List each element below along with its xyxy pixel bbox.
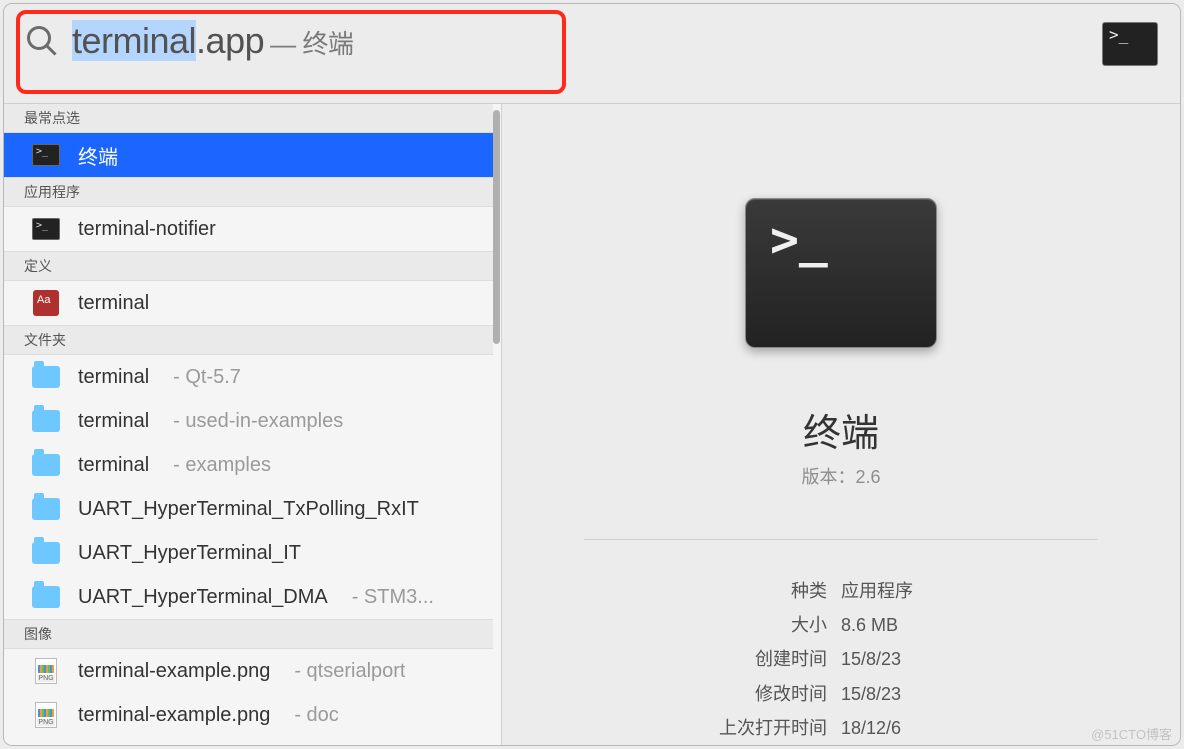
- meta-row: 上次打开时间18/12/6: [584, 711, 1097, 745]
- result-folder[interactable]: terminal - Qt-5.7: [4, 355, 493, 399]
- section-definitions: 定义: [4, 251, 493, 281]
- result-folder[interactable]: UART_HyperTerminal_IT: [4, 531, 493, 575]
- section-folders: 文件夹: [4, 325, 493, 355]
- folder-icon: [32, 454, 60, 476]
- divider: [584, 539, 1097, 540]
- result-image[interactable]: terminal-example.png - qtserialport: [4, 649, 493, 693]
- terminal-icon: >_: [1109, 27, 1128, 43]
- section-apps: 应用程序: [4, 177, 493, 207]
- watermark: @51CTO博客: [1091, 724, 1172, 743]
- preview-pane: >_ 终端 版本：2.6 种类应用程序 大小8.6 MB 创建时间15/8/23…: [502, 104, 1180, 745]
- png-icon: [35, 658, 57, 684]
- meta-row: 创建时间15/8/23: [584, 642, 1097, 676]
- folder-icon: [32, 498, 60, 520]
- preview-title: 终端: [803, 402, 879, 457]
- folder-icon: [32, 586, 60, 608]
- result-app[interactable]: terminal-notifier: [4, 207, 493, 251]
- result-folder[interactable]: UART_HyperTerminal_DMA - STM3...: [4, 575, 493, 619]
- search-autocomplete-text: .app: [196, 20, 264, 61]
- search-input-wrap[interactable]: terminal.app — 终端: [24, 20, 1160, 62]
- png-icon: [35, 702, 57, 728]
- result-image[interactable]: terminal-example.png - doc: [4, 693, 493, 737]
- results-pane: 最常点选 终端 应用程序 terminal-notifier 定义 termin…: [4, 104, 502, 745]
- folder-icon: [32, 542, 60, 564]
- preview-version: 版本：2.6: [801, 463, 880, 489]
- result-top-hit[interactable]: 终端: [4, 133, 493, 177]
- section-images: 图像: [4, 619, 493, 649]
- search-suffix: — 终端: [270, 24, 353, 61]
- preview-meta: 种类应用程序 大小8.6 MB 创建时间15/8/23 修改时间15/8/23 …: [584, 574, 1097, 745]
- terminal-icon: [32, 144, 60, 166]
- body: 最常点选 终端 应用程序 terminal-notifier 定义 termin…: [4, 104, 1180, 745]
- meta-row: 修改时间15/8/23: [584, 677, 1097, 711]
- meta-row: 大小8.6 MB: [584, 608, 1097, 642]
- dictionary-icon: [33, 290, 59, 316]
- folder-icon: [32, 366, 60, 388]
- result-folder[interactable]: terminal - examples: [4, 443, 493, 487]
- scrollbar[interactable]: [493, 110, 500, 344]
- top-hit-app-icon: >_: [1102, 22, 1158, 66]
- search-bar: terminal.app — 终端 >_: [4, 4, 1180, 104]
- result-definition[interactable]: terminal: [4, 281, 493, 325]
- search-text[interactable]: terminal.app — 终端: [72, 20, 353, 62]
- result-folder[interactable]: terminal - used-in-examples: [4, 399, 493, 443]
- section-top-hit: 最常点选: [4, 104, 493, 133]
- search-selected-text: terminal: [72, 20, 196, 61]
- folder-icon: [32, 410, 60, 432]
- terminal-icon: >_: [770, 219, 828, 262]
- terminal-icon: [32, 218, 60, 240]
- preview-app-icon: >_: [745, 198, 937, 348]
- result-folder[interactable]: UART_HyperTerminal_TxPolling_RxIT: [4, 487, 493, 531]
- meta-row: 种类应用程序: [584, 574, 1097, 608]
- spotlight-window: terminal.app — 终端 >_ 最常点选 终端 应用程序 termin…: [4, 4, 1180, 745]
- search-icon: [24, 23, 60, 59]
